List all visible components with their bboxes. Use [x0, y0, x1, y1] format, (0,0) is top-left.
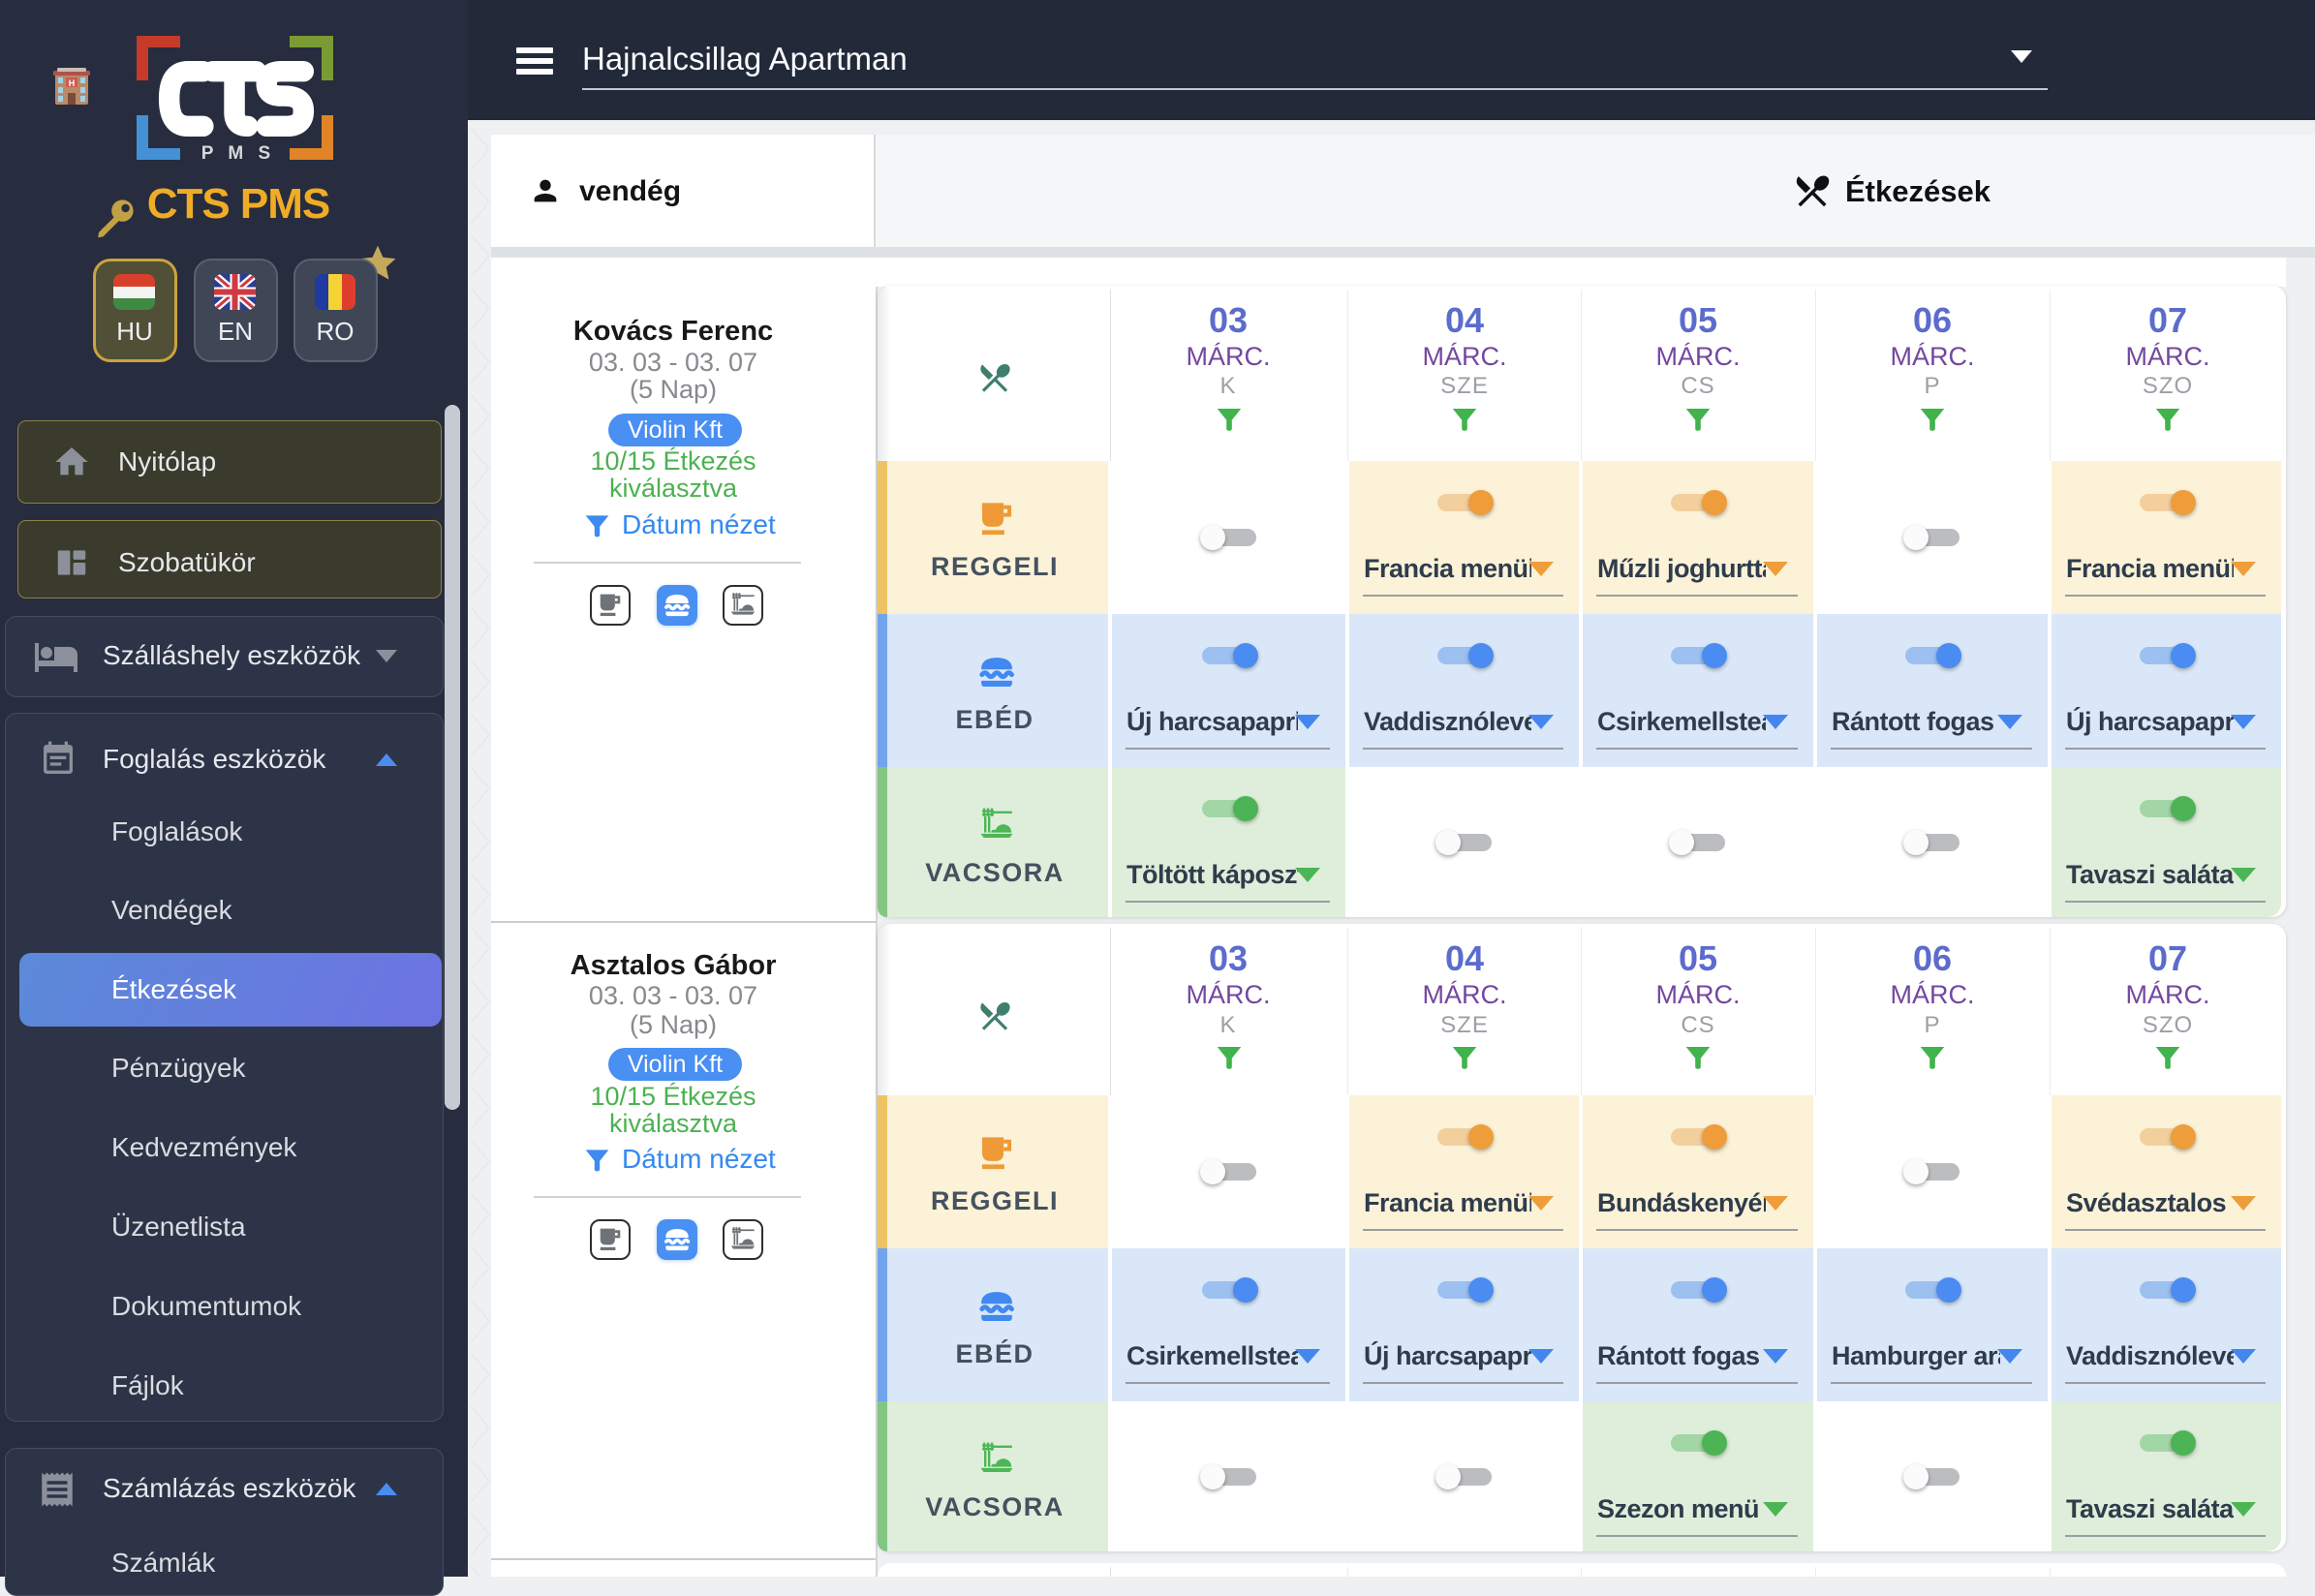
- svg-text:H: H: [69, 78, 76, 88]
